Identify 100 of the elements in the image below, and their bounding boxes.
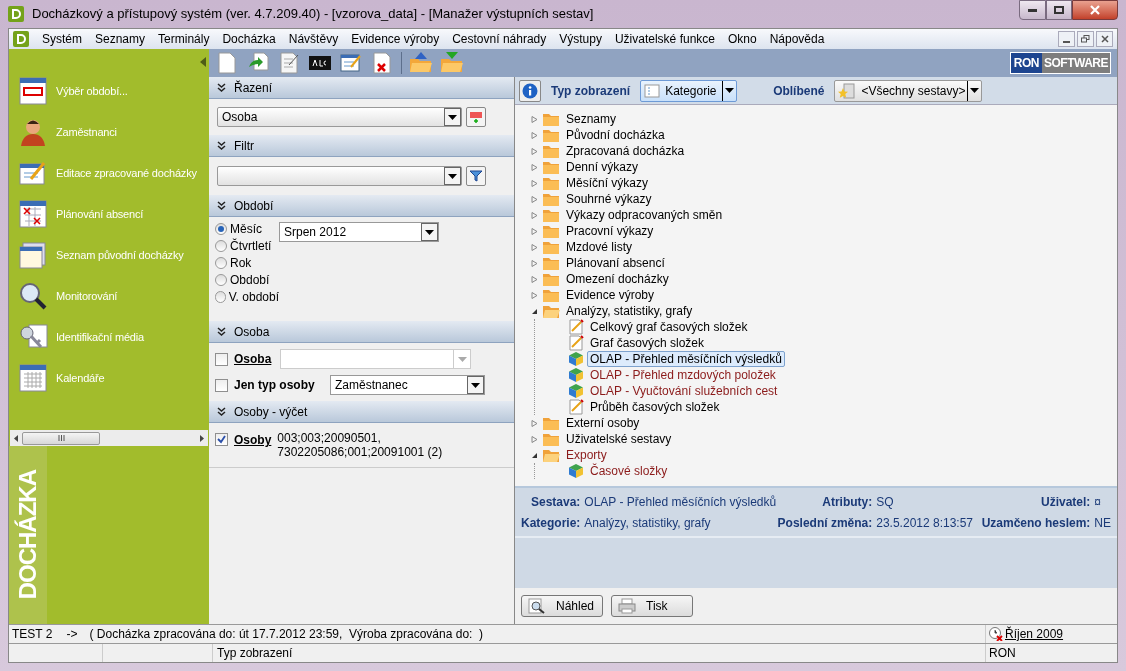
menu-item[interactable]: Návštěvy <box>288 30 339 48</box>
collapsed-triangle-icon[interactable] <box>530 163 538 171</box>
radio-button[interactable] <box>215 273 227 286</box>
tree-item[interactable]: Souhrné výkazy <box>563 191 655 207</box>
favorites-dropdown[interactable]: <Všechny sestavy> <box>834 79 983 102</box>
calendar-icon <box>17 75 49 107</box>
checkbox[interactable] <box>215 378 228 392</box>
preview-button[interactable]: Náhled <box>521 595 603 617</box>
radio-option[interactable]: Období <box>215 271 279 288</box>
collapsed-triangle-icon[interactable] <box>530 115 538 123</box>
tree-item[interactable]: Časové složky <box>587 463 671 479</box>
collapsed-triangle-icon[interactable] <box>530 179 538 187</box>
collapsed-triangle-icon[interactable] <box>530 291 538 299</box>
print-button[interactable]: Tisk <box>611 595 693 617</box>
tree-item[interactable]: Celkový graf časových složek <box>587 319 751 335</box>
minimize-button[interactable] <box>1019 0 1046 20</box>
tree-item[interactable]: Výkazy odpracovaných směn <box>563 207 726 223</box>
collapsed-triangle-icon[interactable] <box>530 147 538 155</box>
delete-document-icon[interactable] <box>370 51 394 75</box>
info-button[interactable] <box>519 79 541 102</box>
filter-button[interactable] <box>466 166 486 186</box>
tree-item[interactable]: Omezení docházky <box>563 271 672 287</box>
edit-document-icon[interactable] <box>277 51 301 75</box>
section-header[interactable]: Období <box>209 195 514 217</box>
close-button[interactable] <box>1096 31 1113 47</box>
collapse-triangle-icon[interactable] <box>200 57 206 67</box>
radio-button[interactable] <box>215 256 227 269</box>
detail-value: ¤ <box>1094 494 1102 511</box>
tree-item[interactable]: Průběh časových složek <box>587 399 723 415</box>
tree-item[interactable]: Analýzy, statistiky, grafy <box>563 303 696 319</box>
expanded-triangle-icon[interactable] <box>530 451 538 459</box>
collapsed-triangle-icon[interactable] <box>530 131 538 139</box>
sort-az-button[interactable] <box>466 107 486 127</box>
checkbox[interactable] <box>215 433 228 446</box>
menu-item[interactable]: Nápověda <box>769 30 825 48</box>
menu-item[interactable]: Evidence výroby <box>351 30 440 48</box>
folder-download-icon[interactable] <box>440 51 464 75</box>
collapsed-triangle-icon[interactable] <box>530 211 538 219</box>
radio-option[interactable]: Měsíc <box>215 220 279 237</box>
tree-item[interactable]: Původní docházka <box>563 127 668 143</box>
tree-item[interactable]: OLAP - Vyučtování služebních cest <box>587 383 781 399</box>
menu-item[interactable]: Terminály <box>158 30 210 48</box>
radio-option[interactable]: Rok <box>215 254 279 271</box>
section-header[interactable]: Osoba <box>209 321 514 343</box>
date-link[interactable]: Říjen 2009 <box>1005 625 1064 643</box>
tree-item[interactable]: Plánovaní absencí <box>563 255 668 271</box>
menu-item[interactable]: Systém <box>42 30 82 48</box>
month-dropdown[interactable]: Srpen 2012 <box>279 222 439 242</box>
folder-upload-icon[interactable] <box>409 51 433 75</box>
persons-link[interactable]: Osoby <box>234 431 272 449</box>
tree-item[interactable]: Měsíční výkazy <box>563 175 652 191</box>
form-edit-icon[interactable] <box>339 51 363 75</box>
menu-item[interactable]: Seznamy <box>95 30 146 48</box>
tree-item[interactable]: Evidence výroby <box>563 287 658 303</box>
tree-item[interactable]: Uživatelské sestavy <box>563 431 675 447</box>
tree-item[interactable]: Externí osoby <box>563 415 643 431</box>
tree-item[interactable]: OLAP - Přehled měsíčních výsledků <box>587 351 785 367</box>
section-header[interactable]: Osoby - výčet <box>209 401 514 423</box>
section-header[interactable]: Řazení <box>209 77 514 99</box>
collapsed-triangle-icon[interactable] <box>530 419 538 427</box>
radio-button[interactable] <box>215 222 227 235</box>
detail-value: SQ <box>876 494 895 511</box>
detail-value: Analýzy, statistiky, grafy <box>584 515 712 532</box>
tree-item[interactable]: Pracovní výkazy <box>563 223 657 239</box>
radio-option[interactable]: Čtvrtletí <box>215 237 279 254</box>
menu-item[interactable]: Cestovní náhrady <box>452 30 547 48</box>
tree-item[interactable]: OLAP - Přehled mzdových položek <box>587 367 779 383</box>
tree-item[interactable]: Denní výkazy <box>563 159 642 175</box>
collapsed-triangle-icon[interactable] <box>530 195 538 203</box>
menu-item[interactable]: Okno <box>728 30 757 48</box>
sort-dropdown[interactable]: Osoba <box>217 107 462 127</box>
restore-button[interactable] <box>1077 31 1094 47</box>
maximize-button[interactable] <box>1046 0 1072 20</box>
scroll-left-icon[interactable] <box>14 434 18 442</box>
horizontal-scrollbar[interactable] <box>10 430 208 446</box>
minimize-button[interactable] <box>1058 31 1075 47</box>
radio-button[interactable] <box>215 239 227 252</box>
collapsed-triangle-icon[interactable] <box>530 227 538 235</box>
tree-item[interactable]: Graf časových složek <box>587 335 708 351</box>
view-type-dropdown[interactable]: Kategorie <box>640 79 738 102</box>
tree-item[interactable]: Exporty <box>563 447 610 463</box>
menu-item[interactable]: Výstupy <box>559 30 602 48</box>
collapsed-triangle-icon[interactable] <box>530 259 538 267</box>
scroll-right-icon[interactable] <box>200 434 204 442</box>
collapsed-triangle-icon[interactable] <box>530 243 538 251</box>
menu-item[interactable]: Uživatelské funkce <box>614 30 715 48</box>
expanded-triangle-icon[interactable] <box>530 307 538 315</box>
collapsed-triangle-icon[interactable] <box>530 435 538 443</box>
collapsed-triangle-icon[interactable] <box>530 275 538 283</box>
menu-item[interactable]: Docházka <box>222 30 276 48</box>
new-document-icon[interactable] <box>215 51 239 75</box>
close-button[interactable] <box>1072 0 1118 20</box>
tree-item[interactable]: Mzdové listy <box>563 239 636 255</box>
tree-item[interactable]: Seznamy <box>563 111 620 127</box>
section-header[interactable]: Filtr <box>209 135 514 157</box>
radio-button[interactable] <box>215 290 226 303</box>
person-dropdown[interactable]: Zaměstnanec <box>330 375 485 395</box>
status-text: TEST 2 <box>11 626 53 643</box>
tree-item[interactable]: Zpracovaná docházka <box>563 143 688 159</box>
radio-option[interactable]: V. období <box>215 288 279 305</box>
